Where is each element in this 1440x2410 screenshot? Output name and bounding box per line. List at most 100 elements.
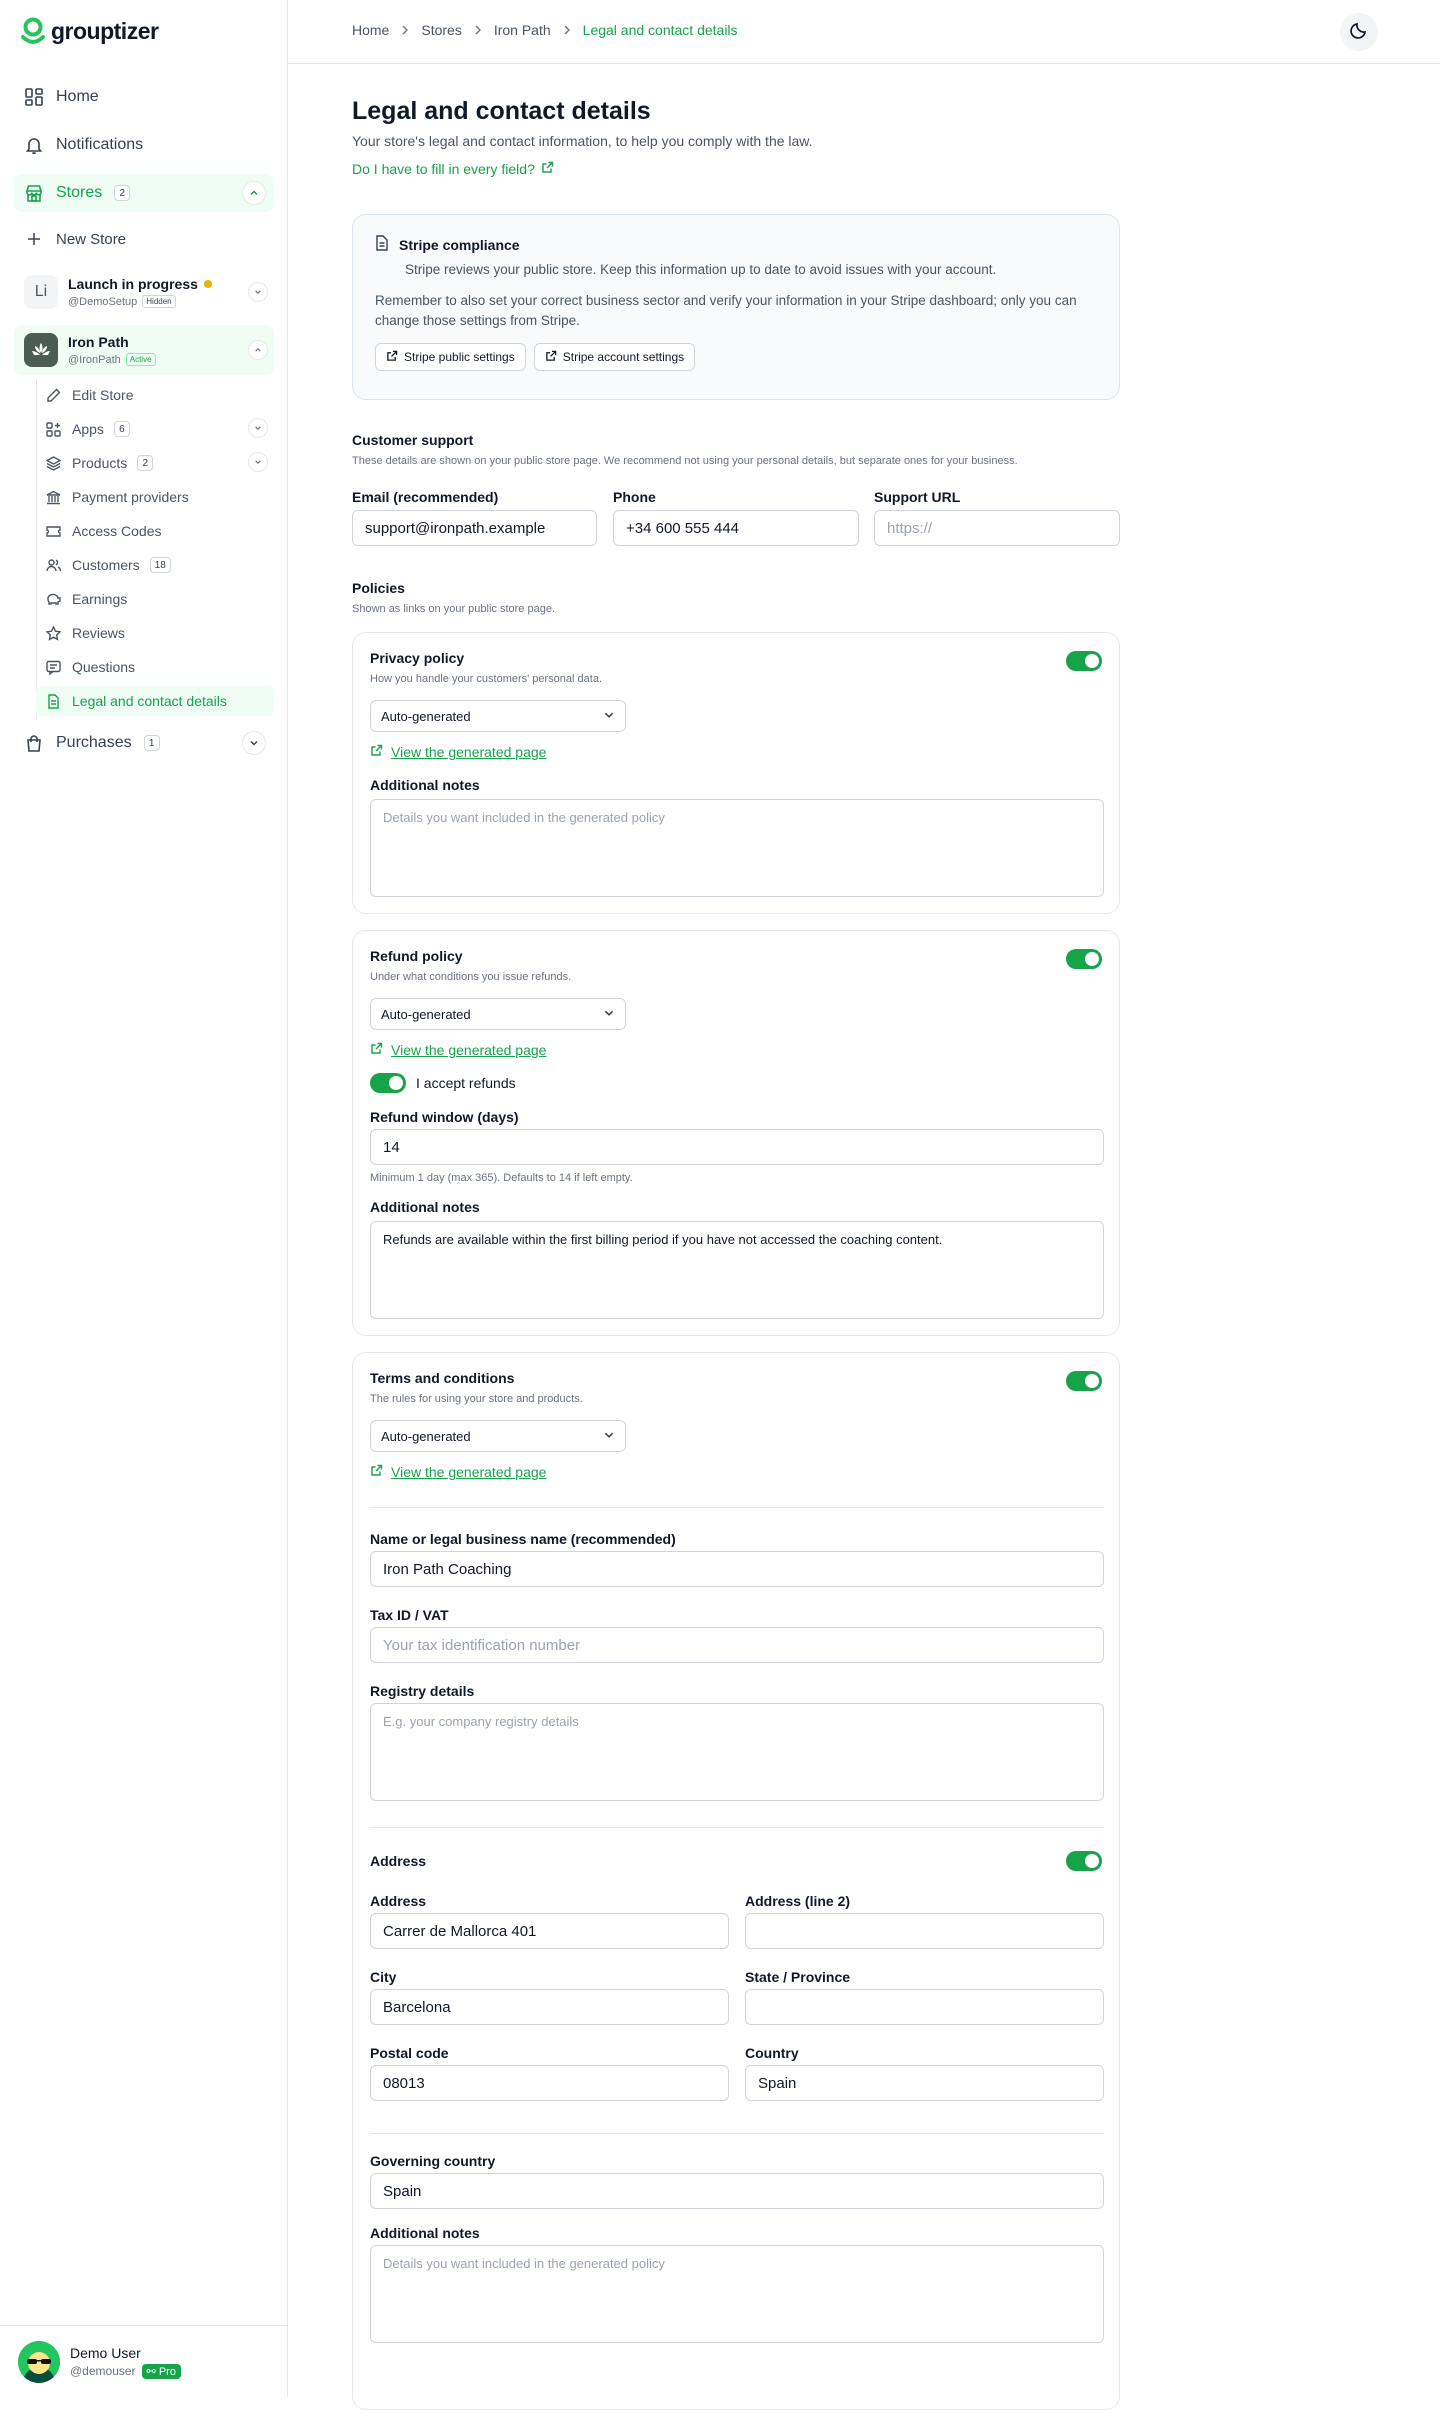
address-line2-field[interactable] [745, 1913, 1104, 1949]
nav-notifications[interactable]: Notifications [14, 126, 274, 164]
moon-icon [1350, 21, 1368, 44]
logo-icon [21, 17, 45, 44]
app-logo[interactable]: grouptizer [20, 17, 159, 45]
address-toggle[interactable] [1066, 1851, 1102, 1871]
sidebar-item-customers[interactable]: Customers 18 [36, 550, 274, 580]
sidebar-item-earnings[interactable]: Earnings [36, 584, 274, 614]
chevron-down-icon[interactable] [248, 282, 268, 302]
city-field[interactable]: Barcelona [370, 1989, 729, 2025]
nav-home[interactable]: Home [14, 78, 274, 116]
chevron-right-icon [474, 22, 482, 38]
privacy-mode-select[interactable]: Auto-generated [370, 700, 626, 732]
chevron-right-icon [563, 22, 571, 38]
chevron-down-icon[interactable] [248, 418, 268, 438]
privacy-toggle[interactable] [1066, 651, 1102, 671]
tax-id-field[interactable]: Your tax identification number [370, 1627, 1104, 1663]
chevron-down-icon[interactable] [242, 731, 266, 755]
refund-window-field[interactable]: 14 [370, 1129, 1104, 1165]
sidebar-item-products[interactable]: Products 2 [36, 448, 274, 478]
sidebar-item-edit-store[interactable]: Edit Store [36, 380, 274, 410]
privacy-view-link[interactable]: View the generated page [370, 744, 546, 760]
chevron-up-icon[interactable] [242, 181, 266, 205]
select-value: Auto-generated [381, 708, 471, 724]
stripe-compliance-card: Stripe compliance Stripe reviews your pu… [352, 214, 1120, 400]
sidebar-item-questions[interactable]: Questions [36, 652, 274, 682]
message-icon [46, 659, 62, 675]
link-label: View the generated page [391, 744, 547, 760]
chevron-down-icon [603, 1007, 615, 1022]
postal-code-label: Postal code [370, 2045, 449, 2061]
sidebar-item-label: Legal and contact details [72, 693, 227, 709]
email-field[interactable]: support@ironpath.example [352, 510, 597, 546]
store-handle: @IronPath [68, 353, 121, 366]
store-status-tag: Active [125, 353, 156, 366]
registry-textarea[interactable]: E.g. your company registry details [370, 1703, 1104, 1801]
sidebar-item-access-codes[interactable]: Access Codes [36, 516, 274, 546]
select-value: Auto-generated [381, 1006, 471, 1022]
terms-toggle[interactable] [1066, 1371, 1102, 1391]
support-url-field[interactable]: https:// [874, 510, 1120, 546]
postal-code-field[interactable]: 08013 [370, 2065, 729, 2101]
privacy-desc: How you handle your customers' personal … [370, 673, 603, 685]
store-avatar: Li [24, 275, 58, 309]
terms-view-link[interactable]: View the generated page [370, 1464, 546, 1480]
accept-refunds-toggle[interactable] [370, 1073, 406, 1093]
support-title: Customer support [352, 432, 474, 448]
pencil-icon [46, 387, 62, 403]
sidebar-item-reviews[interactable]: Reviews [36, 618, 274, 648]
terms-desc: The rules for using your store and produ… [370, 1393, 583, 1405]
button-label: Stripe account settings [562, 350, 685, 364]
refund-view-link[interactable]: View the generated page [370, 1042, 546, 1058]
sidebar: grouptizer Home Notifications Stores 2 N… [0, 0, 288, 2397]
breadcrumb-home[interactable]: Home [352, 22, 389, 38]
theme-toggle-button[interactable] [1340, 13, 1378, 51]
help-link[interactable]: Do I have to fill in every field? [352, 161, 554, 177]
divider [370, 1827, 1104, 1828]
country-field[interactable]: Spain [745, 2065, 1104, 2101]
breadcrumb-stores[interactable]: Stores [421, 22, 461, 38]
sidebar-item-label: Payment providers [72, 489, 189, 505]
nav-purchases-label: Purchases [56, 734, 132, 751]
stripe-account-settings-button[interactable]: Stripe account settings [533, 343, 696, 371]
support-url-label: Support URL [874, 489, 961, 505]
lotus-icon [24, 333, 58, 367]
refund-mode-select[interactable]: Auto-generated [370, 998, 626, 1030]
chevron-down-icon [603, 709, 615, 724]
sidebar-item-payment-providers[interactable]: Payment providers [36, 482, 274, 512]
breadcrumb-store[interactable]: Iron Path [494, 22, 551, 38]
store-item-demosetup[interactable]: Li Launch in progress @DemoSetup Hidden [14, 267, 274, 317]
refund-notes-textarea[interactable]: Refunds are available within the first b… [370, 1221, 1104, 1319]
registry-label: Registry details [370, 1683, 475, 1699]
business-name-field[interactable]: Iron Path Coaching [370, 1551, 1104, 1587]
stripe-public-settings-button[interactable]: Stripe public settings [375, 343, 526, 371]
phone-label: Phone [613, 489, 656, 505]
nav-notifications-label: Notifications [56, 136, 144, 153]
sidebar-item-label: Access Codes [72, 523, 162, 539]
phone-field[interactable]: +34 600 555 444 [613, 510, 859, 546]
sidebar-item-legal[interactable]: Legal and contact details [36, 686, 274, 716]
governing-country-field[interactable]: Spain [370, 2173, 1104, 2209]
external-link-icon [370, 744, 383, 760]
sidebar-item-apps[interactable]: Apps 6 [36, 414, 274, 444]
chevron-down-icon [603, 1429, 615, 1444]
tax-id-label: Tax ID / VAT [370, 1607, 449, 1623]
page-subtitle: Your store's legal and contact informati… [352, 133, 813, 149]
store-item-ironpath[interactable]: Iron Path @IronPath Active [14, 325, 274, 375]
address-field[interactable]: Carrer de Mallorca 401 [370, 1913, 729, 1949]
chevron-up-icon[interactable] [248, 340, 268, 360]
nav-stores[interactable]: Stores 2 [14, 174, 274, 212]
sidebar-item-label: Products [72, 455, 128, 471]
chevron-down-icon[interactable] [248, 452, 268, 472]
terms-notes-textarea[interactable]: Details you want included in the generat… [370, 2245, 1104, 2343]
refund-toggle[interactable] [1066, 949, 1102, 969]
status-dot-icon [203, 280, 212, 288]
country-label: Country [745, 2045, 799, 2061]
nav-purchases[interactable]: Purchases 1 [14, 724, 274, 762]
state-field[interactable] [745, 1989, 1104, 2025]
dashboard-icon [24, 87, 44, 107]
terms-mode-select[interactable]: Auto-generated [370, 1420, 626, 1452]
new-store-button[interactable]: New Store [14, 220, 274, 258]
stores-count-badge: 2 [114, 185, 131, 201]
privacy-notes-textarea[interactable]: Details you want included in the generat… [370, 799, 1104, 897]
user-profile[interactable]: Demo User @demouser ⚯ Pro [0, 2325, 288, 2397]
